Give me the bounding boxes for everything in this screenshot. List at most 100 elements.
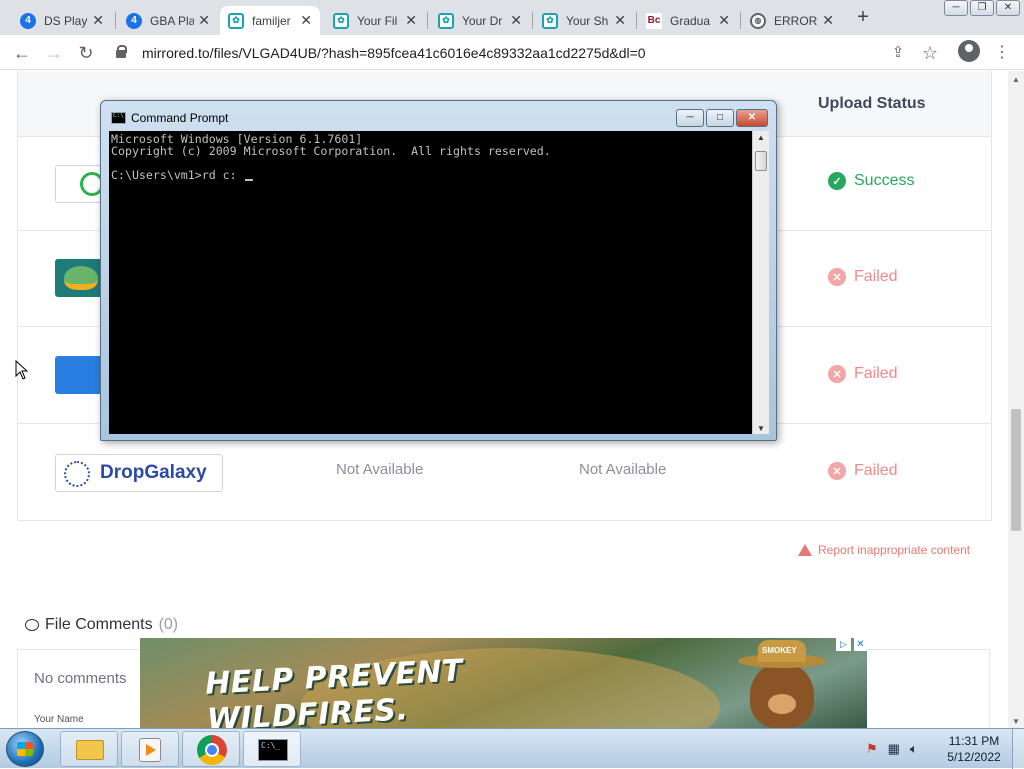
hash-cell: Not Available (579, 461, 667, 478)
close-icon[interactable]: ✕ (822, 12, 834, 29)
dropgalaxy-logo[interactable]: DropGalaxy (55, 454, 223, 492)
network-icon[interactable]: ▦ (888, 741, 900, 757)
host-name: DropGalaxy (100, 462, 207, 483)
scroll-thumb[interactable] (755, 151, 767, 171)
dropgalaxy-icon (64, 461, 90, 487)
forward-arrow-icon[interactable]: → (42, 41, 66, 65)
bookmark-star-icon[interactable]: ☆ (918, 41, 942, 65)
scroll-down-icon[interactable]: ▼ (1012, 717, 1020, 726)
show-desktop-button[interactable] (1012, 729, 1024, 769)
scroll-up-icon[interactable]: ▲ (757, 133, 765, 142)
smokey-label: SMOKEY (762, 646, 797, 655)
tab-strip: 4 DS Play ✕ 4 GBA Pla ✕ ✿ familjer ✕ ✿ Y… (0, 0, 1024, 35)
tab-your-shared[interactable]: ✿ Your Sh ✕ (534, 6, 634, 35)
profile-avatar-icon[interactable] (958, 40, 980, 62)
address-bar[interactable]: mirrored.to/files/VLGAD4UB/?hash=895fcea… (104, 39, 884, 67)
ad-info-icon[interactable]: ▷ (836, 638, 851, 651)
console-line: Copyright (c) 2009 Microsoft Corporation… (111, 144, 551, 158)
browser-toolbar: ← → ↻ mirrored.to/files/VLGAD4UB/?hash=8… (0, 35, 1024, 70)
x-circle-icon: ✕ (828, 462, 846, 480)
status-text: Failed (854, 365, 898, 382)
cmd-maximize-button[interactable]: □ (706, 109, 734, 127)
close-icon[interactable]: ✕ (198, 12, 210, 29)
cmd-app-icon (111, 112, 126, 124)
report-link[interactable]: Report inappropriate content (798, 543, 970, 557)
system-tray: ⚑ ▦ 🔈︎ (866, 741, 918, 757)
status-badge: ✕ Failed (828, 462, 898, 480)
tab-favicon: ✿ (438, 12, 454, 29)
cmd-close-button[interactable]: ✕ (736, 109, 768, 127)
close-window-button[interactable]: ✕ (996, 0, 1020, 16)
status-text: Failed (854, 462, 898, 479)
command-prompt-window[interactable]: Command Prompt ─ □ ✕ Microsoft Windows [… (100, 100, 777, 441)
cmd-minimize-button[interactable]: ─ (676, 109, 704, 127)
tab-title: Your Fil (357, 13, 398, 28)
close-icon[interactable]: ✕ (300, 12, 312, 29)
tab-error[interactable]: ◍ ERROR ✕ (742, 6, 842, 35)
tab-favicon: Bc (646, 12, 662, 29)
tab-graduate[interactable]: Bc Gradua ✕ (638, 6, 738, 35)
status-badge: ✕ Failed (828, 268, 898, 286)
chrome-icon (197, 735, 227, 765)
tab-gba-play[interactable]: 4 GBA Pla ✕ (118, 6, 218, 35)
taskbar: ⚑ ▦ 🔈︎ 11:31 PM 5/12/2022 (0, 728, 1024, 769)
ad-close-icon[interactable]: ✕ (854, 638, 867, 651)
tab-favicon: ✿ (542, 12, 558, 29)
folder-icon (76, 740, 104, 760)
lock-icon[interactable] (116, 45, 127, 58)
tab-ds-play[interactable]: 4 DS Play ✕ (12, 6, 112, 35)
column-header-upload-status: Upload Status (818, 95, 926, 112)
close-icon[interactable]: ✕ (405, 12, 417, 29)
tab-your-drive[interactable]: ✿ Your Dr ✕ (430, 6, 530, 35)
window-controls: ─ ❐ ✕ (944, 0, 1020, 16)
taskbar-chrome[interactable] (182, 731, 240, 767)
back-arrow-icon[interactable]: ← (10, 41, 34, 65)
maximize-button[interactable]: ❐ (970, 0, 994, 16)
status-text: Success (854, 172, 915, 189)
scroll-thumb[interactable] (1011, 409, 1021, 531)
system-clock[interactable]: 11:31 PM 5/12/2022 (944, 733, 1004, 765)
tab-title: Your Dr (462, 13, 503, 28)
taskbar-explorer[interactable] (60, 731, 118, 767)
page-scrollbar[interactable]: ▲ ▼ (1008, 71, 1024, 728)
menu-kebab-icon[interactable]: ⋮ (990, 41, 1014, 65)
close-icon[interactable]: ✕ (614, 12, 626, 29)
tab-title: GBA Pla (150, 13, 195, 28)
close-icon[interactable]: ✕ (718, 12, 730, 29)
x-circle-icon: ✕ (828, 365, 846, 383)
comments-count: (0) (158, 616, 179, 633)
tab-favicon: 4 (126, 12, 142, 29)
host-logo-icon (64, 266, 98, 290)
your-name-label: Your Name (34, 714, 84, 725)
new-tab-button[interactable]: + (852, 6, 874, 28)
console-output[interactable]: Microsoft Windows [Version 6.1.7601] Cop… (109, 131, 752, 434)
taskbar-media-player[interactable] (121, 731, 179, 767)
status-badge: ✕ Failed (828, 365, 898, 383)
ad-banner[interactable]: HELP PREVENT WILDFIRES. SMOKEY (140, 638, 867, 728)
scroll-up-icon[interactable]: ▲ (1012, 75, 1020, 84)
window-title: Command Prompt (131, 111, 229, 125)
close-icon[interactable]: ✕ (510, 12, 522, 29)
x-circle-icon: ✕ (828, 268, 846, 286)
ad-headline: HELP PREVENT WILDFIRES. (204, 653, 465, 728)
scroll-down-icon[interactable]: ▼ (757, 424, 765, 433)
status-text: Failed (854, 268, 898, 285)
url-text[interactable]: mirrored.to/files/VLGAD4UB/?hash=895fcea… (142, 45, 646, 61)
cmd-scrollbar[interactable]: ▲ ▼ (752, 131, 769, 434)
tab-familjer[interactable]: ✿ familjer ✕ (220, 6, 320, 35)
close-icon[interactable]: ✕ (92, 12, 104, 29)
clock-date: 5/12/2022 (947, 750, 1001, 764)
reload-icon[interactable]: ↻ (74, 41, 98, 65)
report-text[interactable]: Report inappropriate content (818, 543, 970, 557)
minimize-button[interactable]: ─ (944, 0, 968, 16)
console-prompt-text: C:\Users\vm1>rd c: (111, 168, 244, 182)
taskbar-cmd[interactable] (243, 731, 301, 767)
start-button[interactable] (6, 731, 44, 767)
tab-your-files[interactable]: ✿ Your Fil ✕ (325, 6, 425, 35)
action-center-flag-icon[interactable]: ⚑ (866, 741, 878, 757)
tab-favicon: 4 (20, 12, 36, 29)
volume-icon[interactable]: 🔈︎ (910, 741, 918, 757)
tab-title: Your Sh (566, 13, 609, 28)
comments-title: File Comments (45, 616, 153, 633)
share-icon[interactable]: ⇪ (886, 41, 910, 65)
